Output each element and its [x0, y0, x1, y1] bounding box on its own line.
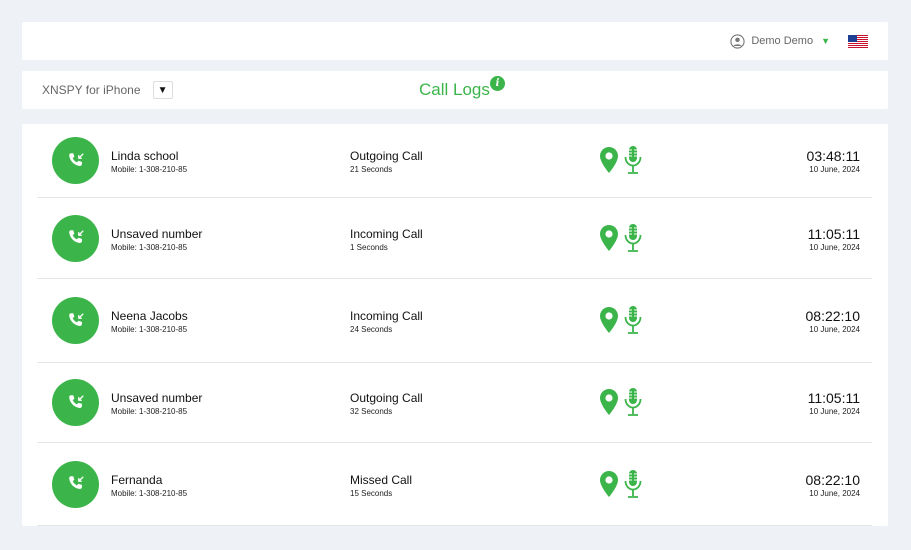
- call-avatar: [52, 460, 99, 508]
- call-duration: 1 Seconds: [350, 242, 388, 252]
- call-avatar: [52, 137, 99, 184]
- call-actions: [599, 305, 643, 335]
- call-date: 10 June, 2024: [809, 488, 860, 498]
- contact-info: Linda school Mobile: 1-308-210-85: [111, 149, 187, 174]
- contact-info: Unsaved number Mobile: 1-308-210-85: [111, 391, 202, 416]
- call-type-info: Incoming Call 1 Seconds: [350, 227, 423, 252]
- user-menu[interactable]: Demo Demo ▼: [730, 33, 830, 49]
- call-log-list: Linda school Mobile: 1-308-210-85 Outgoi…: [22, 124, 888, 526]
- top-bar: Demo Demo ▼: [22, 22, 888, 60]
- contact-mobile: Mobile: 1-308-210-85: [111, 325, 188, 334]
- contact-mobile: Mobile: 1-308-210-85: [111, 407, 188, 416]
- call-type-info: Incoming Call 24 Seconds: [350, 309, 423, 334]
- call-clock: 11:05:11: [807, 390, 860, 406]
- call-time: 11:05:11 10 June, 2024: [808, 390, 860, 416]
- call-duration: 24 Seconds: [350, 325, 393, 334]
- contact-info: Neena Jacobs Mobile: 1-308-210-85: [111, 309, 188, 334]
- call-log-row[interactable]: Linda school Mobile: 1-308-210-85 Outgoi…: [37, 124, 872, 198]
- call-duration: 15 Seconds: [350, 488, 393, 498]
- call-log-row[interactable]: Neena Jacobs Mobile: 1-308-210-85 Incomi…: [37, 279, 872, 363]
- device-dropdown-button[interactable]: ▼: [152, 81, 173, 99]
- call-type: Missed Call: [350, 472, 413, 487]
- call-duration: 21 Seconds: [350, 165, 393, 174]
- call-clock: 11:05:11: [807, 225, 860, 242]
- phone-incoming-icon: [65, 392, 87, 414]
- call-date: 10 June, 2024: [809, 165, 860, 174]
- contact-mobile: Mobile: 1-308-210-85: [111, 165, 188, 174]
- call-type: Incoming Call: [350, 309, 423, 323]
- call-type-info: Outgoing Call 32 Seconds: [350, 391, 423, 416]
- microphone-icon[interactable]: [623, 305, 643, 335]
- device-selector: XNSPY for iPhone ▼: [42, 71, 173, 109]
- call-date: 10 June, 2024: [809, 325, 860, 334]
- call-time: 08:22:10 10 June, 2024: [806, 472, 861, 498]
- call-log-row[interactable]: Fernanda Mobile: 1-308-210-85 Missed Cal…: [37, 443, 872, 526]
- contact-name: Neena Jacobs: [111, 309, 188, 323]
- caret-down-icon[interactable]: ▼: [821, 36, 830, 46]
- call-date: 10 June, 2024: [809, 407, 860, 416]
- phone-incoming-icon: [65, 150, 87, 172]
- microphone-icon[interactable]: [623, 145, 643, 175]
- location-pin-icon[interactable]: [599, 306, 619, 334]
- page-title: Call Logs: [419, 80, 490, 99]
- call-time: 11:05:11 10 June, 2024: [808, 226, 860, 252]
- contact-name: Unsaved number: [111, 226, 203, 241]
- call-actions: [599, 469, 643, 499]
- contact-name: Fernanda: [111, 472, 163, 487]
- user-name: Demo Demo: [751, 35, 814, 47]
- contact-name: Unsaved number: [111, 391, 203, 405]
- location-pin-icon[interactable]: [599, 224, 619, 252]
- call-log-row[interactable]: Unsaved number Mobile: 1-308-210-85 Outg…: [37, 363, 872, 443]
- call-type-info: Missed Call 15 Seconds: [350, 473, 412, 498]
- call-type: Outgoing Call: [350, 391, 423, 405]
- location-pin-icon[interactable]: [599, 470, 619, 498]
- call-avatar: [52, 297, 99, 344]
- call-time: 03:48:11 10 June, 2024: [807, 148, 860, 174]
- device-label: XNSPY for iPhone: [42, 83, 141, 97]
- call-clock: 08:22:10: [805, 308, 861, 324]
- contact-info: Unsaved number Mobile: 1-308-210-85: [111, 227, 202, 252]
- call-date: 10 June, 2024: [809, 242, 860, 252]
- contact-mobile: Mobile: 1-308-210-85: [111, 488, 188, 498]
- location-pin-icon[interactable]: [599, 146, 619, 174]
- call-duration: 32 Seconds: [350, 407, 393, 416]
- call-actions: [599, 145, 643, 175]
- us-flag-icon[interactable]: [848, 34, 868, 48]
- user-circle-icon: [730, 33, 745, 49]
- info-icon[interactable]: i: [490, 76, 505, 91]
- contact-info: Fernanda Mobile: 1-308-210-85: [111, 473, 187, 498]
- call-avatar: [52, 214, 99, 262]
- phone-incoming-icon: [65, 310, 87, 332]
- call-avatar: [52, 379, 99, 426]
- call-time: 08:22:10 10 June, 2024: [806, 308, 861, 334]
- call-actions: [599, 223, 643, 253]
- contact-name: Linda school: [111, 149, 179, 163]
- microphone-icon[interactable]: [623, 387, 643, 417]
- contact-mobile: Mobile: 1-308-210-85: [111, 242, 188, 252]
- call-log-row[interactable]: Unsaved number Mobile: 1-308-210-85 Inco…: [37, 198, 872, 279]
- call-clock: 03:48:11: [806, 148, 860, 164]
- microphone-icon[interactable]: [623, 223, 643, 253]
- call-clock: 08:22:10: [805, 471, 861, 488]
- call-type-info: Outgoing Call 21 Seconds: [350, 149, 423, 174]
- phone-incoming-icon: [65, 473, 87, 495]
- call-type: Outgoing Call: [350, 149, 423, 163]
- call-type: Incoming Call: [350, 226, 423, 241]
- microphone-icon[interactable]: [623, 469, 643, 499]
- location-pin-icon[interactable]: [599, 388, 619, 416]
- sub-header: XNSPY for iPhone ▼ Call Logs i: [22, 71, 888, 109]
- call-actions: [599, 387, 643, 417]
- phone-incoming-icon: [65, 227, 87, 249]
